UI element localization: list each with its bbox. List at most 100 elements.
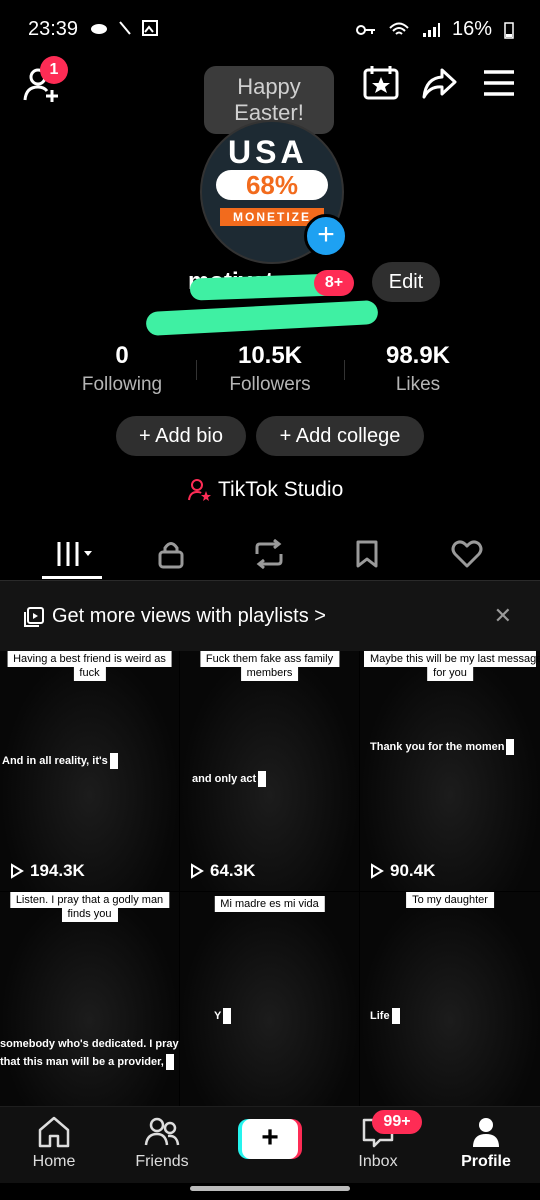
avatar-text-usa: USA: [228, 134, 308, 170]
video-caption-text: somebody who's dedicated. I pray: [0, 1038, 179, 1050]
video-caption-mid: and only act: [192, 771, 267, 787]
video-caption-top: fuck: [73, 665, 106, 681]
key-icon: [355, 24, 375, 35]
status-bar: 23:39 16%: [0, 0, 540, 56]
stat-likes[interactable]: 98.9K Likes: [338, 342, 498, 396]
caption-cursor: [258, 771, 267, 787]
nav-friends[interactable]: Friends: [112, 1115, 212, 1171]
stat-value: 0: [115, 342, 129, 369]
edit-profile-button[interactable]: Edit: [372, 262, 440, 302]
play-icon: [191, 863, 204, 879]
studio-label: TikTok Studio: [218, 478, 344, 501]
caption-cursor: [506, 739, 515, 755]
video-caption-text: Y: [214, 1009, 222, 1022]
add-bio-button[interactable]: + Add bio: [116, 416, 246, 456]
tab-videos[interactable]: [24, 534, 122, 574]
video-tile[interactable]: Listen. I pray that a godly man finds yo…: [0, 892, 179, 1106]
video-caption-mid: And in all reality, it's: [2, 753, 118, 769]
tab-saved[interactable]: [318, 534, 416, 574]
gesture-bar[interactable]: [190, 1186, 350, 1191]
video-thumbnail: [180, 892, 359, 1106]
home-icon: [38, 1116, 70, 1148]
nav-home-label: Home: [32, 1153, 76, 1170]
video-caption-text: and only act: [192, 772, 257, 785]
video-caption-text: Thank you for the momen: [370, 740, 505, 753]
video-caption-top: members: [240, 665, 299, 681]
share-icon[interactable]: [420, 64, 458, 102]
stat-followers[interactable]: 10.5K Followers: [190, 342, 350, 396]
cloud-icon: [91, 24, 107, 34]
view-count: 64.3K: [210, 861, 256, 880]
status-left-icons: [90, 20, 158, 36]
calendar-star-icon[interactable]: [362, 64, 400, 102]
nav-profile-label: Profile: [461, 1153, 511, 1170]
nav-home[interactable]: Home: [4, 1115, 104, 1171]
nav-friends-label: Friends: [135, 1153, 189, 1170]
nav-profile[interactable]: Profile: [436, 1115, 536, 1171]
wifi-icon: [389, 22, 409, 35]
video-caption-top: Mi madre es mi vida: [214, 896, 325, 912]
avatar-text-percent: 68%: [216, 170, 328, 200]
image-icon: [142, 20, 158, 36]
status-right-icons: 16%: [355, 18, 514, 41]
video-views: 194.3K: [10, 861, 85, 881]
caption-cursor: [109, 753, 118, 769]
caption-cursor: [391, 1008, 400, 1024]
bookmark-icon: [356, 540, 378, 568]
add-college-button[interactable]: + Add college: [256, 416, 424, 456]
stat-following[interactable]: 0 Following: [42, 342, 202, 396]
play-icon: [371, 863, 384, 879]
menu-icon[interactable]: [480, 64, 518, 102]
video-views: 90.4K: [370, 861, 435, 881]
tab-liked[interactable]: [418, 534, 516, 574]
tab-reposts[interactable]: [220, 534, 318, 574]
video-thumbnail: [360, 892, 540, 1106]
status-time: 23:39: [28, 18, 79, 40]
tab-private[interactable]: [122, 534, 220, 574]
studio-icon: [188, 479, 211, 501]
nav-inbox-label: Inbox: [358, 1153, 398, 1170]
video-tile[interactable]: Maybe this will be my last message for y…: [360, 651, 540, 891]
profile-icon: [473, 1118, 499, 1147]
view-count: 90.4K: [390, 861, 436, 880]
video-thumbnail: [0, 892, 179, 1106]
caption-cursor: [165, 1054, 174, 1070]
stat-label: Followers: [229, 374, 311, 395]
video-tile[interactable]: To my daughter Life: [360, 892, 540, 1106]
video-tile[interactable]: Fuck them fake ass family members and on…: [180, 651, 359, 891]
grid-icon: [57, 542, 92, 566]
stat-value: 98.9K: [385, 342, 451, 369]
stat-value: 10.5K: [237, 342, 303, 369]
video-caption-top: finds you: [61, 906, 118, 922]
caption-cursor: [223, 1008, 232, 1024]
video-caption-mid: Life: [370, 1008, 400, 1024]
video-tile[interactable]: Having a best friend is weird as fuck An…: [0, 651, 179, 891]
video-caption-text: Life: [370, 1009, 390, 1022]
video-caption-mid: Thank you for the momen: [370, 739, 515, 755]
lock-icon: [158, 542, 184, 569]
signal-off-icon: [119, 21, 131, 35]
notification-badge: 1: [40, 56, 68, 84]
plus-icon: +: [242, 1119, 298, 1159]
playlist-icon: [24, 607, 44, 627]
video-caption-text: that this man will be a provider,: [0, 1055, 164, 1068]
view-count: 194.3K: [30, 861, 85, 880]
avatar-add-button[interactable]: +: [304, 214, 348, 258]
video-caption-top: for you: [427, 665, 473, 681]
video-tile[interactable]: Mi madre es mi vida Y: [180, 892, 359, 1106]
bottom-nav: Home Friends + Inbox Profile: [0, 1106, 540, 1183]
video-caption-text: And in all reality, it's: [2, 754, 108, 767]
username-badge: 8+: [314, 270, 354, 296]
playlist-banner[interactable]: Get more views with playlists > ✕: [0, 581, 540, 651]
video-thumbnail: [0, 651, 179, 891]
close-icon[interactable]: ✕: [494, 603, 512, 629]
video-thumbnail: [360, 651, 540, 891]
tiktok-studio-link[interactable]: TikTok Studio: [188, 478, 343, 502]
repost-icon: [255, 539, 283, 569]
stat-label: Likes: [395, 374, 441, 395]
video-caption-mid: that this man will be a provider,: [0, 1054, 174, 1070]
battery-icon: [504, 21, 514, 39]
video-caption-mid: somebody who's dedicated. I pray: [0, 1038, 179, 1050]
create-button[interactable]: +: [238, 1119, 302, 1159]
playlist-banner-text: Get more views with playlists >: [52, 605, 326, 627]
